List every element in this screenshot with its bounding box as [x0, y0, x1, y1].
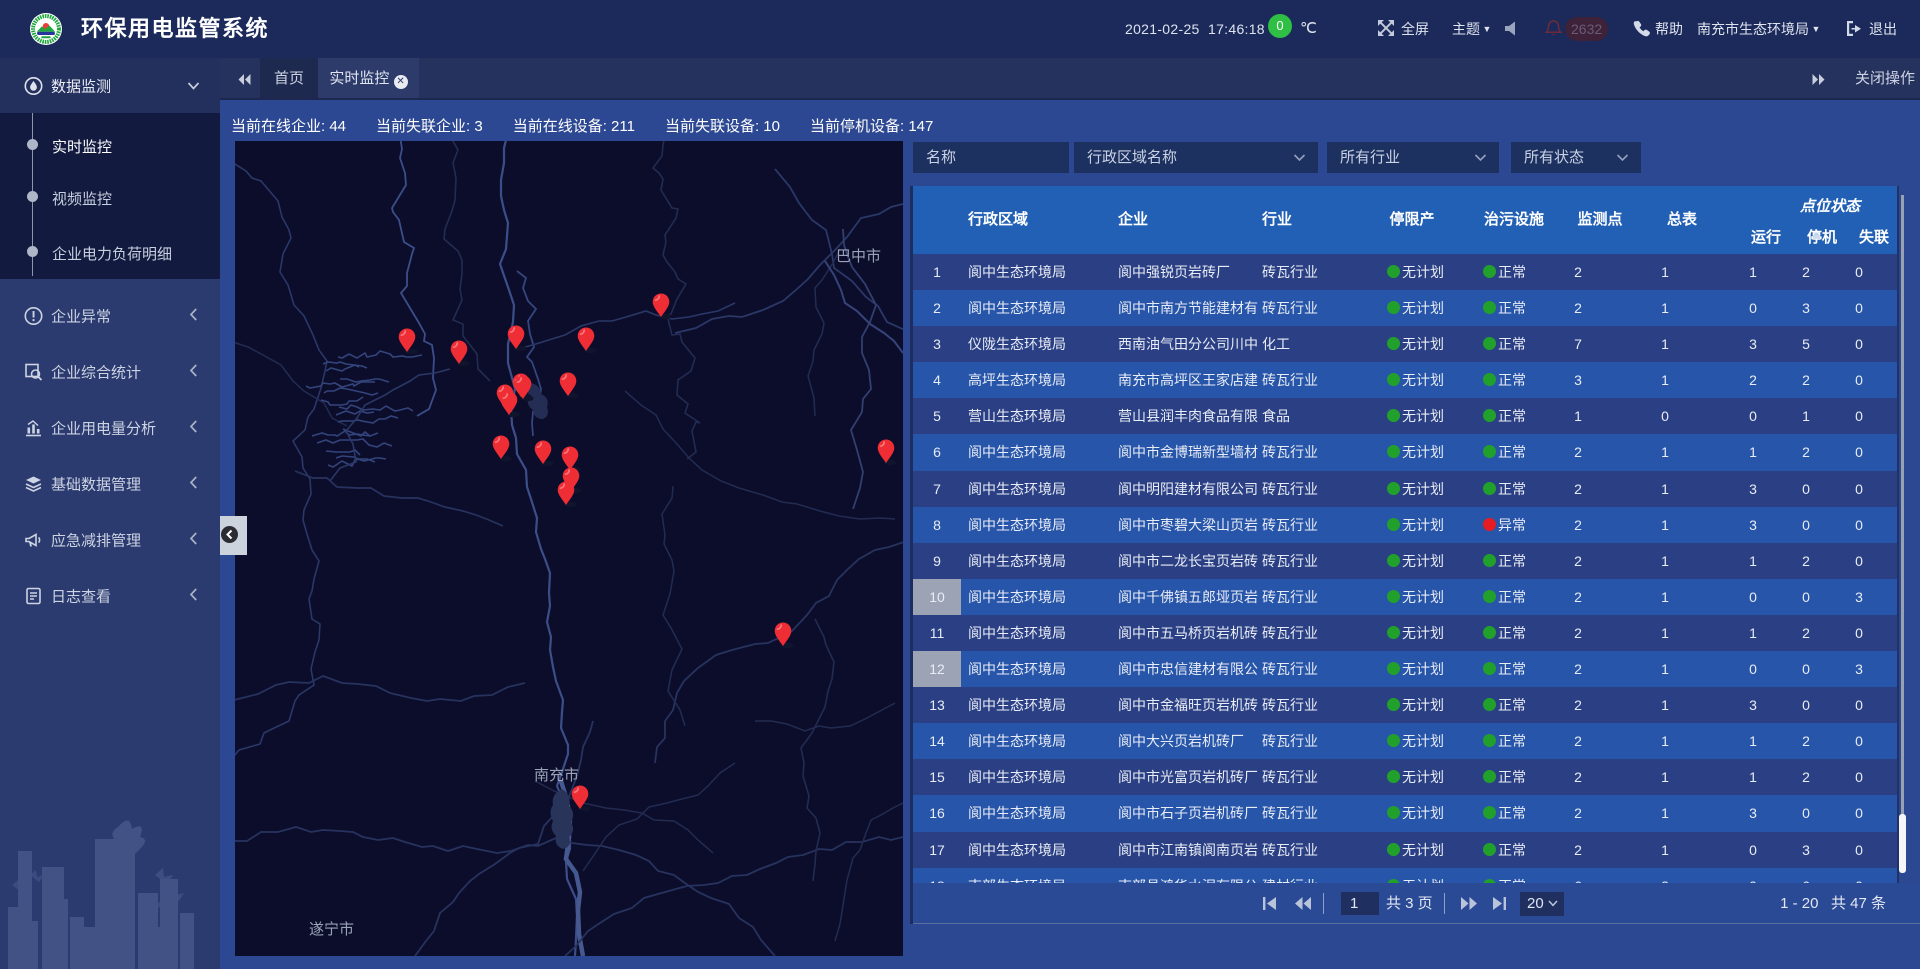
svg-text:南充市: 南充市	[534, 767, 579, 784]
svg-text:巴中市: 巴中市	[836, 248, 881, 265]
svg-text:遂宁市: 遂宁市	[309, 921, 354, 938]
